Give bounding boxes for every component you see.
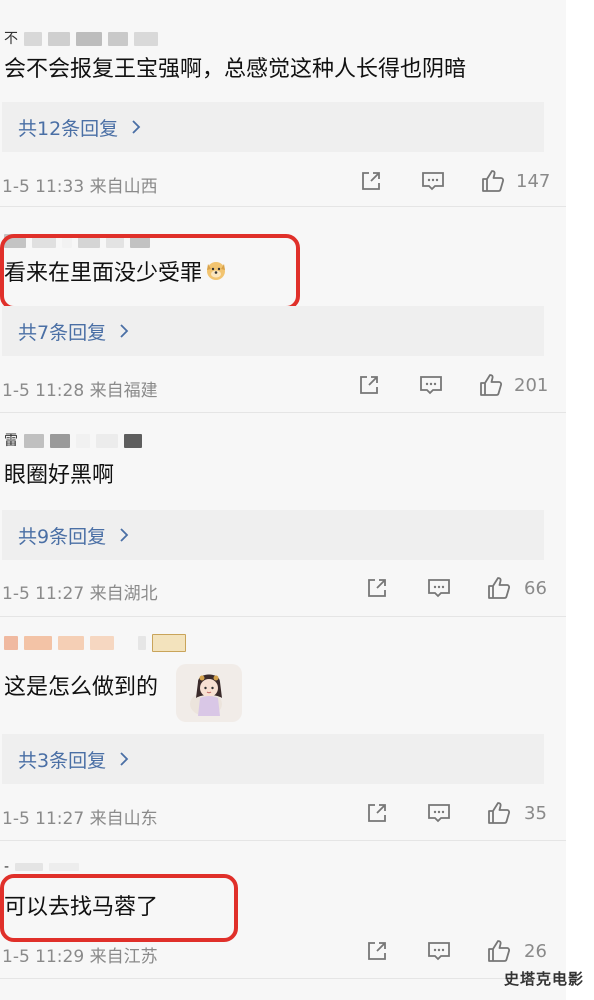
dog-face-emoji-icon <box>204 258 228 290</box>
username-blurred[interactable]: 不 <box>4 30 158 48</box>
share-icon[interactable] <box>358 168 384 194</box>
username-blurred[interactable]: - <box>4 858 80 876</box>
blur-block <box>49 863 80 871</box>
right-margin <box>566 0 594 1000</box>
like-count: 147 <box>516 171 551 192</box>
divider <box>0 412 566 413</box>
like-count: 26 <box>524 941 547 962</box>
comment-meta: 1-5 11:27 来自湖北 66 <box>2 575 562 604</box>
share-icon[interactable] <box>364 938 390 964</box>
replies-count: 共7条回复 <box>18 321 107 344</box>
share-icon[interactable] <box>356 372 382 398</box>
blur-block <box>24 636 52 650</box>
like-count: 35 <box>524 803 547 824</box>
comment-text: 可以去找马蓉了 <box>4 895 159 920</box>
blur-block <box>124 434 142 448</box>
blur-block <box>138 636 146 650</box>
blur-block <box>24 434 44 448</box>
blur-block <box>78 234 100 248</box>
username-blurred[interactable] <box>4 634 186 652</box>
thumbs-up-icon[interactable] <box>486 938 512 964</box>
share-icon[interactable] <box>364 575 390 601</box>
blur-block <box>32 234 56 248</box>
comment-meta: 1-5 11:28 来自福建 201 <box>2 372 562 401</box>
chevron-right-icon <box>116 323 132 339</box>
username-fragment: - <box>4 859 10 875</box>
comment-icon[interactable] <box>426 938 452 964</box>
blur-block <box>90 636 114 650</box>
blur-block <box>50 434 70 448</box>
anime-girl-sticker-icon <box>176 664 242 722</box>
view-replies-button[interactable]: 共12条回复 <box>2 102 544 152</box>
chevron-right-icon <box>116 751 132 767</box>
comment-icon[interactable] <box>418 372 444 398</box>
timestamp: 1-5 11:33 来自山西 <box>2 177 158 197</box>
username-blurred[interactable]: 雷 <box>4 432 142 450</box>
replies-count: 共12条回复 <box>18 117 119 140</box>
username-fragment: 雷 <box>4 433 18 449</box>
timestamp: 1-5 11:27 来自山东 <box>2 809 158 829</box>
comment-meta: 1-5 11:29 来自江苏 26 <box>2 938 562 967</box>
blur-block <box>62 234 72 248</box>
like-count: 201 <box>514 375 549 396</box>
view-replies-button[interactable]: 共7条回复 <box>2 306 544 356</box>
blur-block <box>120 636 132 650</box>
watermark: 史塔克电影 <box>503 970 584 988</box>
view-replies-button[interactable]: 共3条回复 <box>2 734 544 784</box>
like-count: 66 <box>524 578 547 599</box>
thumbs-up-icon[interactable] <box>480 168 506 194</box>
comment-meta: 1-5 11:27 来自山东 35 <box>2 800 562 829</box>
blur-block <box>106 234 124 248</box>
blur-block <box>130 234 150 248</box>
blur-block <box>96 434 118 448</box>
blur-block <box>15 863 44 871</box>
comment-icon[interactable] <box>426 575 452 601</box>
username-blurred[interactable] <box>4 232 150 250</box>
blur-block <box>4 234 26 248</box>
divider <box>0 616 566 617</box>
thumbs-up-icon[interactable] <box>486 575 512 601</box>
badge-icon <box>152 634 186 652</box>
timestamp: 1-5 11:28 来自福建 <box>2 381 158 401</box>
replies-count: 共9条回复 <box>18 525 107 548</box>
thumbs-up-icon[interactable] <box>486 800 512 826</box>
divider <box>0 206 566 207</box>
comment-text: 会不会报复王宝强啊，总感觉这种人长得也阴暗 <box>4 57 467 82</box>
thumbs-up-icon[interactable] <box>478 372 504 398</box>
blur-block <box>24 32 42 46</box>
divider <box>0 840 566 841</box>
blur-block <box>4 636 18 650</box>
comment-text: 眼圈好黑啊 <box>4 463 115 488</box>
comment-text-body: 看来在里面没少受罪 <box>4 261 203 286</box>
comment-meta: 1-5 11:33 来自山西 147 <box>2 168 562 197</box>
blur-block <box>76 32 102 46</box>
blur-block <box>48 32 70 46</box>
comment-text: 看来在里面没少受罪 <box>4 258 228 290</box>
comment-text: 这是怎么做到的 <box>4 675 159 700</box>
comment-icon[interactable] <box>426 800 452 826</box>
username-fragment: 不 <box>4 31 18 47</box>
replies-count: 共3条回复 <box>18 749 107 772</box>
blur-block <box>58 636 84 650</box>
timestamp: 1-5 11:27 来自湖北 <box>2 584 158 604</box>
comment-icon[interactable] <box>420 168 446 194</box>
blur-block <box>134 32 158 46</box>
view-replies-button[interactable]: 共9条回复 <box>2 510 544 560</box>
chevron-right-icon <box>128 119 144 135</box>
timestamp: 1-5 11:29 来自江苏 <box>2 947 158 967</box>
blur-block <box>76 434 90 448</box>
share-icon[interactable] <box>364 800 390 826</box>
chevron-right-icon <box>116 527 132 543</box>
divider <box>0 978 566 979</box>
blur-block <box>108 32 128 46</box>
